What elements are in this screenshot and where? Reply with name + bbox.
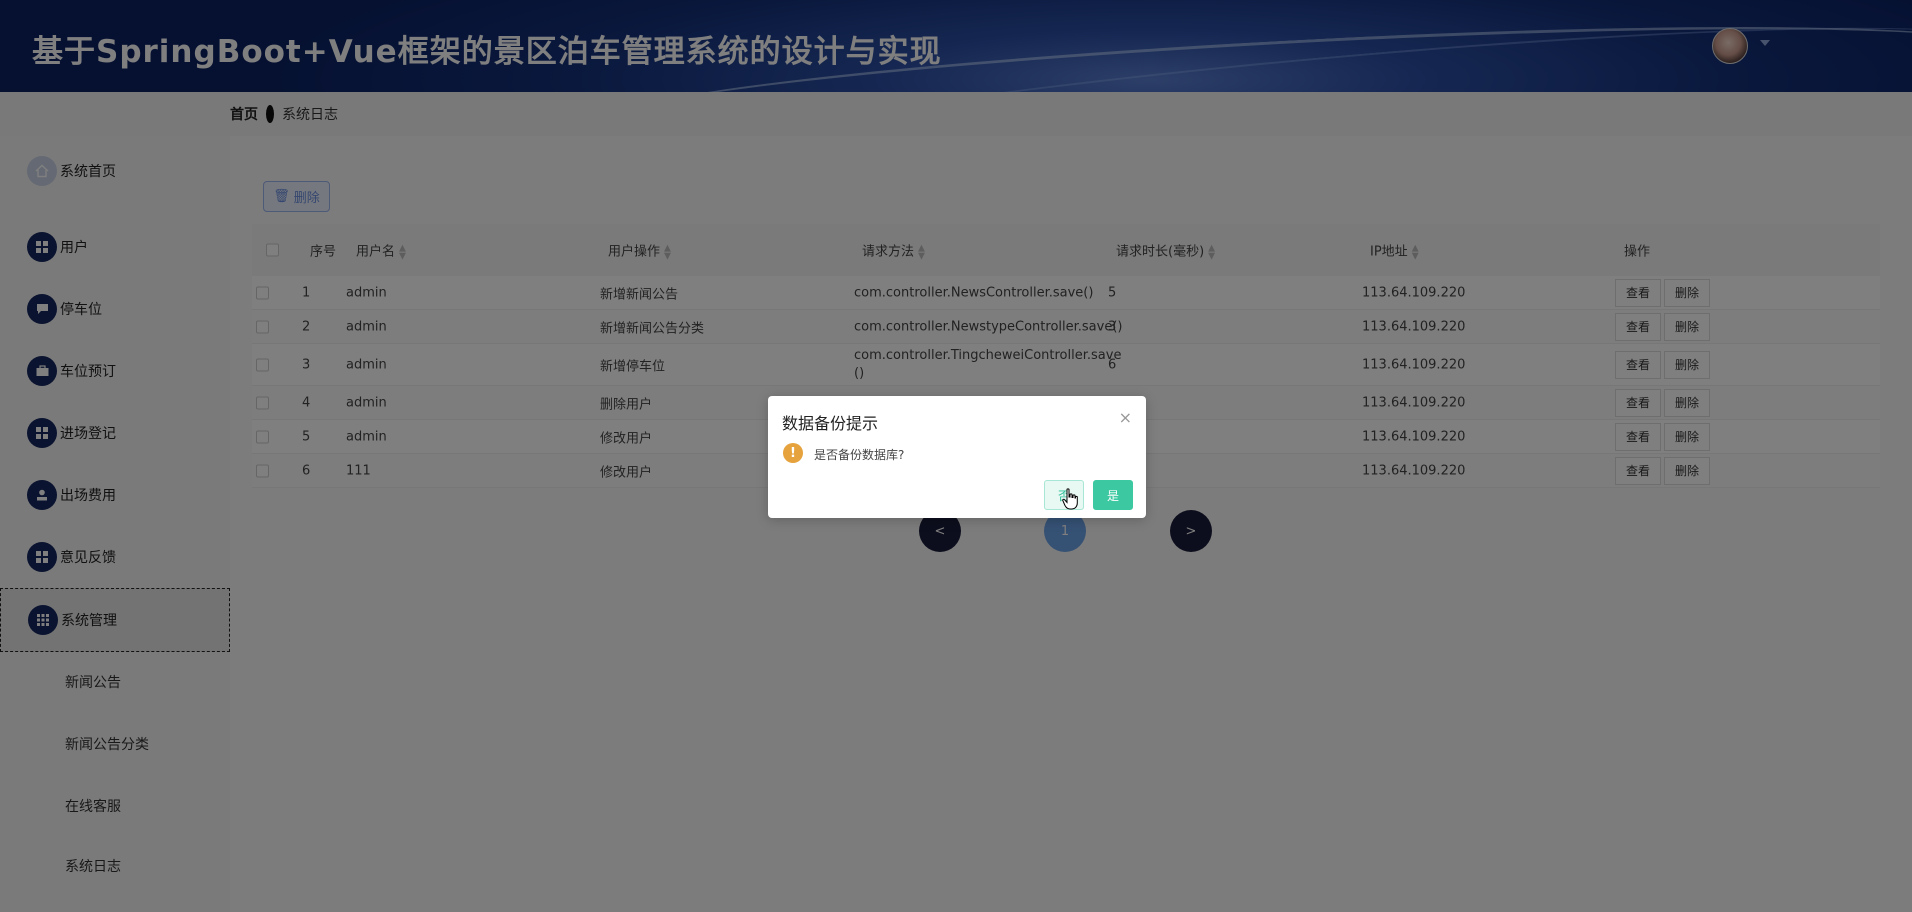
dialog-message: 是否备份数据库? bbox=[814, 448, 905, 462]
hand-cursor-icon bbox=[1062, 488, 1078, 510]
confirm-button[interactable]: 是 bbox=[1093, 480, 1133, 510]
dialog-title: 数据备份提示 bbox=[782, 414, 879, 433]
close-icon[interactable]: × bbox=[1119, 408, 1132, 427]
backup-confirm-dialog: 数据备份提示 × ! 是否备份数据库? 否 是 bbox=[768, 396, 1146, 518]
warning-icon: ! bbox=[783, 443, 803, 463]
